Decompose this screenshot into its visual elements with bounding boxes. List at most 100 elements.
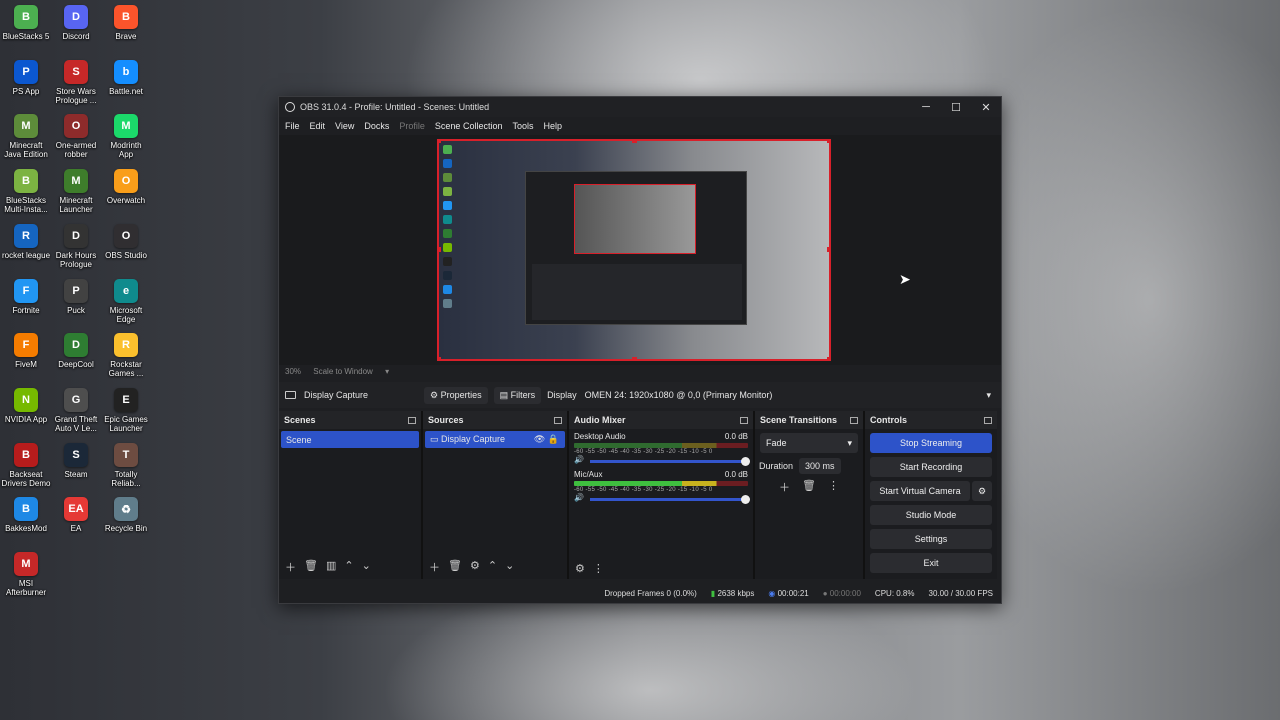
resize-handle[interactable] xyxy=(827,357,829,359)
desktop-icon[interactable]: M Minecraft Java Edition xyxy=(0,114,52,159)
menu-edit[interactable]: Edit xyxy=(310,121,326,131)
filters-button[interactable]: ▤ Filters xyxy=(493,386,542,404)
move-up-icon[interactable]: ⌃ xyxy=(344,559,353,575)
more-icon[interactable]: ⋮ xyxy=(593,562,604,575)
desktop-icon[interactable]: b Battle.net xyxy=(100,59,152,96)
preview-area[interactable]: ➤ xyxy=(279,135,1001,365)
duration-input[interactable]: 300 ms xyxy=(799,458,841,474)
move-up-icon[interactable]: ⌃ xyxy=(488,559,497,575)
desktop-icon-label: Fortnite xyxy=(12,305,40,315)
preview-canvas[interactable] xyxy=(437,139,831,361)
desktop-icon[interactable]: N NVIDIA App xyxy=(0,387,52,424)
stop-streaming-button[interactable]: Stop Streaming xyxy=(870,433,992,453)
start-virtual-camera-button[interactable]: Start Virtual Camera xyxy=(870,481,970,501)
chevron-down-icon[interactable]: ▾ xyxy=(385,367,389,376)
menu-help[interactable]: Help xyxy=(543,121,562,131)
add-icon[interactable]: ＋ xyxy=(285,559,296,575)
more-icon[interactable]: ⋮ xyxy=(828,479,839,495)
menu-view[interactable]: View xyxy=(335,121,354,131)
studio-mode-button[interactable]: Studio Mode xyxy=(870,505,992,525)
desktop-icon[interactable]: O OBS Studio xyxy=(100,223,152,260)
resize-handle[interactable] xyxy=(439,357,441,359)
undock-icon[interactable] xyxy=(554,416,562,424)
desktop-icon[interactable]: O One-armed robber xyxy=(50,114,102,159)
resize-handle[interactable] xyxy=(439,141,441,143)
add-icon[interactable]: ＋ xyxy=(429,559,440,575)
virtual-camera-row: Start Virtual Camera ⚙ xyxy=(865,477,997,501)
desktop-icon[interactable]: O Overwatch xyxy=(100,169,152,205)
desktop-icon[interactable]: B Backseat Drivers Demo xyxy=(0,442,52,488)
desktop-icon[interactable]: P Puck xyxy=(50,278,102,315)
scene-item[interactable]: Scene xyxy=(281,431,419,448)
add-icon[interactable]: ＋ xyxy=(779,479,790,495)
menu-file[interactable]: File xyxy=(285,121,300,131)
trash-icon[interactable]: 🗑 xyxy=(802,479,816,495)
desktop-icon[interactable]: EA EA xyxy=(50,497,102,533)
desktop-icon[interactable]: B BakkesMod xyxy=(0,497,52,533)
sources-footer: ＋ 🗑 ⚙ ⌃ ⌄ xyxy=(429,559,514,575)
move-down-icon[interactable]: ⌄ xyxy=(362,559,371,575)
desktop-icon[interactable]: F Fortnite xyxy=(0,278,52,315)
start-recording-button[interactable]: Start Recording xyxy=(870,457,992,477)
properties-button[interactable]: ⚙ Properties xyxy=(424,386,488,404)
volume-slider[interactable] xyxy=(589,495,751,504)
desktop-icon[interactable]: D DeepCool xyxy=(50,333,102,369)
resize-handle[interactable] xyxy=(632,141,637,143)
resize-handle[interactable] xyxy=(827,247,829,252)
settings-button[interactable]: Settings xyxy=(870,529,992,549)
desktop-icon[interactable]: e Microsoft Edge xyxy=(100,278,152,324)
trash-icon[interactable]: 🗑 xyxy=(304,559,318,575)
menu-scene-collection[interactable]: Scene Collection xyxy=(435,121,503,131)
speaker-icon[interactable]: 🔊 xyxy=(574,455,584,464)
undock-icon[interactable] xyxy=(740,416,748,424)
desktop-icon[interactable]: M MSI Afterburner xyxy=(0,552,52,597)
zoom-level[interactable]: 30% xyxy=(285,367,301,376)
source-item[interactable]: ▭ Display Capture 👁 🔒 xyxy=(425,431,565,448)
desktop-icon[interactable]: R Rockstar Games ... xyxy=(100,333,152,378)
menu-docks[interactable]: Docks xyxy=(364,121,389,131)
speaker-icon[interactable]: 🔊 xyxy=(574,493,584,502)
desktop-icon[interactable]: T Totally Reliab... xyxy=(100,442,152,488)
undock-icon[interactable] xyxy=(850,416,858,424)
desktop-icon[interactable]: B BlueStacks Multi-Insta... xyxy=(0,169,52,214)
desktop-icon[interactable]: B Brave xyxy=(100,5,152,41)
eye-icon[interactable]: 👁 🔒 xyxy=(534,434,559,445)
menu-tools[interactable]: Tools xyxy=(512,121,533,131)
desktop-icon[interactable]: M Modrinth App xyxy=(100,114,152,159)
desktop-icon-label: Brave xyxy=(115,32,137,41)
volume-slider[interactable] xyxy=(589,457,751,466)
maximize-button[interactable]: ☐ xyxy=(941,101,971,114)
close-button[interactable]: ✕ xyxy=(971,101,1001,114)
move-down-icon[interactable]: ⌄ xyxy=(505,559,514,575)
menu-profile[interactable]: Profile xyxy=(399,121,425,131)
title-bar[interactable]: OBS 31.0.4 - Profile: Untitled - Scenes:… xyxy=(279,97,1001,117)
resize-handle[interactable] xyxy=(439,247,441,252)
scale-mode-select[interactable]: Scale to Window xyxy=(313,367,373,376)
desktop-icon[interactable]: D Dark Hours Prologue xyxy=(50,223,102,269)
desktop-icon[interactable]: B BlueStacks 5 xyxy=(0,5,52,41)
desktop-icon[interactable]: ♻ Recycle Bin xyxy=(100,497,152,533)
desktop-icon[interactable]: Rrocket league xyxy=(0,223,52,260)
display-select[interactable]: OMEN 24: 1920x1080 @ 0,0 (Primary Monito… xyxy=(585,390,991,401)
desktop-icon[interactable]: D Discord xyxy=(50,5,102,41)
desktop-icon[interactable]: P PS App xyxy=(0,59,52,96)
resize-handle[interactable] xyxy=(827,141,829,143)
desktop-icon[interactable]: F FiveM xyxy=(0,333,52,369)
gear-icon[interactable]: ⚙ xyxy=(470,559,480,575)
gear-icon[interactable]: ⚙ xyxy=(972,481,992,501)
desktop-icon[interactable]: S Store Wars Prologue ... xyxy=(50,59,102,105)
gear-icon[interactable]: ⚙ xyxy=(575,562,585,575)
channel-name: Mic/Aux xyxy=(574,470,603,479)
desktop-icon[interactable]: G Grand Theft Auto V Le... xyxy=(50,387,102,433)
desktop-icon[interactable]: M Minecraft Launcher xyxy=(50,169,102,214)
resize-handle[interactable] xyxy=(632,357,637,359)
undock-icon[interactable] xyxy=(984,416,992,424)
undock-icon[interactable] xyxy=(408,416,416,424)
minimize-button[interactable]: ─ xyxy=(911,101,941,113)
desktop-icon[interactable]: E Epic Games Launcher xyxy=(100,387,152,433)
trash-icon[interactable]: 🗑 xyxy=(448,559,462,575)
desktop-icon[interactable]: S Steam xyxy=(50,442,102,479)
transition-select[interactable]: Fade ▾ xyxy=(760,433,858,453)
exit-button[interactable]: Exit xyxy=(870,553,992,573)
filter-icon[interactable]: ▥ xyxy=(326,559,336,575)
